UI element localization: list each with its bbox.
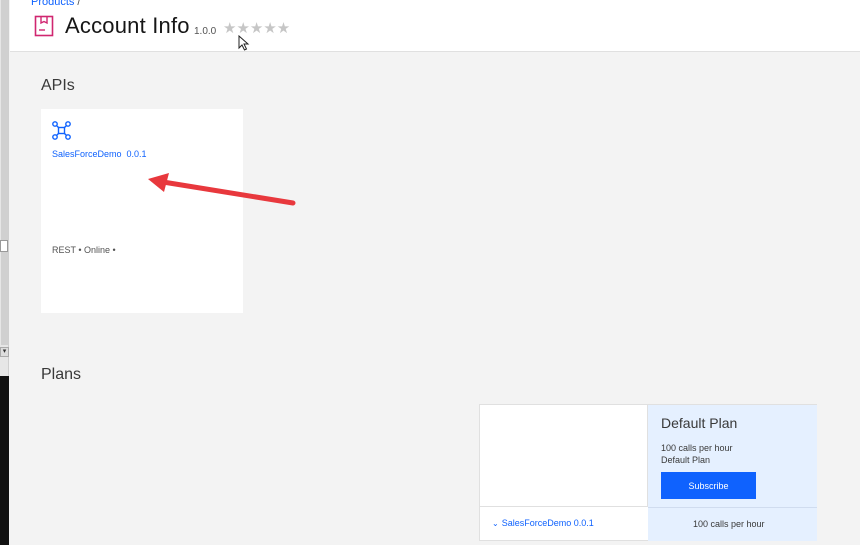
plan-divider: [648, 507, 817, 508]
rating-stars[interactable]: ★★★★★: [223, 19, 290, 37]
api-meta: REST • Online •: [52, 245, 116, 255]
product-version: 1.0.0: [194, 26, 217, 37]
annotation-arrow-icon: [148, 173, 296, 206]
plan-row-limit: 100 calls per hour: [693, 519, 765, 529]
page-title: Account Info: [65, 13, 190, 38]
plan-rate-limit: 100 calls per hour: [661, 443, 733, 453]
plans-section-title: Plans: [41, 366, 82, 383]
scrollbar-box: [0, 240, 8, 252]
scrollbar-thumb[interactable]: [1, 0, 8, 345]
plan-description: 100 calls per hour Default Plan: [661, 442, 733, 466]
breadcrumb-products-link[interactable]: Products: [31, 0, 74, 8]
plan-row-api-link[interactable]: SalesForceDemo 0.0.1: [502, 518, 594, 528]
plans-table-corner: [480, 405, 648, 507]
plan-row-api[interactable]: ⌄ SalesForceDemo 0.0.1: [492, 518, 594, 528]
subscribe-button[interactable]: Subscribe: [661, 472, 756, 499]
plans-table: Default Plan 100 calls per hour Default …: [479, 404, 817, 541]
breadcrumb-separator: /: [77, 0, 81, 8]
product-box-icon: [34, 15, 54, 37]
api-name-link[interactable]: SalesForceDemo 0.0.1: [52, 149, 147, 159]
mouse-cursor-icon: [238, 35, 250, 51]
plan-description-text: Default Plan: [661, 455, 711, 465]
window-edge: [0, 376, 9, 545]
scroll-down-icon[interactable]: ▾: [0, 347, 9, 357]
page-header: Products / Account Info 1.0.0 ★★★★★: [10, 0, 860, 52]
breadcrumb: Products /: [31, 0, 80, 8]
chevron-down-icon[interactable]: ⌄: [492, 519, 499, 528]
apis-section-title: APIs: [41, 77, 75, 94]
left-scrollbar[interactable]: ▾: [0, 0, 9, 545]
api-network-icon: [52, 121, 71, 140]
plan-name: Default Plan: [661, 415, 738, 431]
